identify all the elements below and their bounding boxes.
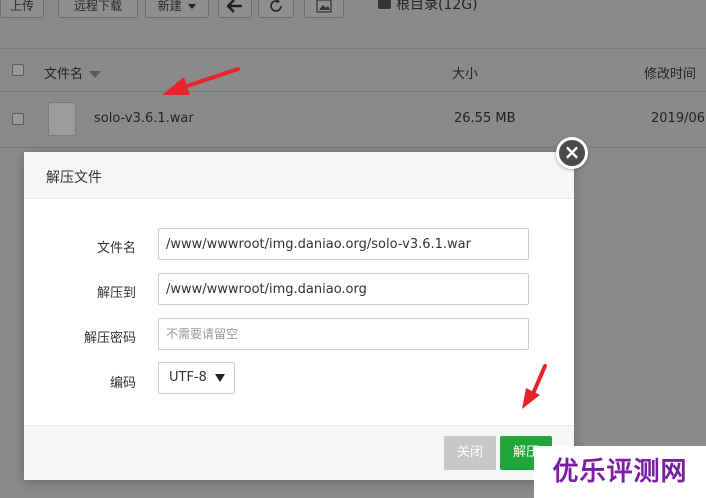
image-icon	[316, 0, 332, 13]
column-header-modified[interactable]: 修改时间	[644, 63, 696, 82]
file-size: 26.55 MB	[454, 111, 516, 126]
annotation-arrow-icon	[522, 364, 547, 409]
annotation-arrow-icon	[162, 67, 240, 95]
new-button[interactable]: 新建	[145, 0, 209, 18]
table-header: 文件名 大小 修改时间	[0, 48, 706, 92]
chevron-down-icon	[215, 374, 225, 382]
sort-down-icon	[89, 71, 102, 78]
breadcrumb-root: 根目录(12G)	[396, 0, 478, 13]
unzip-dialog: 解压文件 文件名 解压到 解压密码 编码 UTF-8 关闭 解压	[24, 152, 574, 480]
dialog-footer: 关闭 解压	[24, 425, 574, 480]
upload-button[interactable]: 上传	[0, 0, 44, 18]
remote-download-button[interactable]: 远程下载	[58, 0, 138, 18]
select-all-checkbox[interactable]	[12, 64, 24, 76]
chevron-down-icon	[188, 4, 197, 9]
refresh-button[interactable]	[258, 0, 294, 18]
password-field[interactable]	[158, 318, 529, 350]
image-view-button[interactable]	[304, 0, 344, 18]
watermark-logo: 优乐评测网	[534, 446, 706, 498]
close-button[interactable]: 关闭	[444, 436, 496, 470]
refresh-icon	[270, 0, 282, 12]
filename-field[interactable]	[158, 228, 529, 260]
dialog-title: 解压文件	[46, 170, 102, 186]
toolbar: 上传 远程下载 新建 根目录(12G)	[0, 0, 706, 22]
encoding-select[interactable]: UTF-8	[158, 362, 235, 394]
password-label: 解压密码	[83, 331, 136, 346]
target-path-field[interactable]	[158, 273, 529, 305]
target-path-label: 解压到	[96, 286, 136, 301]
encoding-value: UTF-8	[169, 370, 207, 385]
close-icon[interactable]: ×	[556, 137, 588, 169]
file-modified: 2019/06,	[651, 111, 706, 126]
column-header-size[interactable]: 大小	[452, 63, 478, 82]
new-button-label: 新建	[157, 0, 182, 13]
file-name[interactable]: solo-v3.6.1.war	[94, 111, 194, 126]
back-arrow-button[interactable]	[218, 0, 252, 18]
dialog-header: 解压文件	[24, 152, 574, 199]
file-icon	[48, 102, 76, 136]
disk-icon	[378, 0, 391, 9]
filename-label: 文件名	[96, 241, 136, 256]
column-header-name-label: 文件名	[44, 67, 84, 82]
back-arrow-icon	[226, 0, 242, 13]
table-row[interactable]: solo-v3.6.1.war 26.55 MB 2019/06,	[0, 92, 706, 148]
row-checkbox[interactable]	[12, 113, 24, 125]
encoding-label: 编码	[109, 376, 136, 391]
column-header-name[interactable]: 文件名	[44, 63, 102, 82]
breadcrumb[interactable]: 根目录(12G)	[378, 0, 478, 14]
